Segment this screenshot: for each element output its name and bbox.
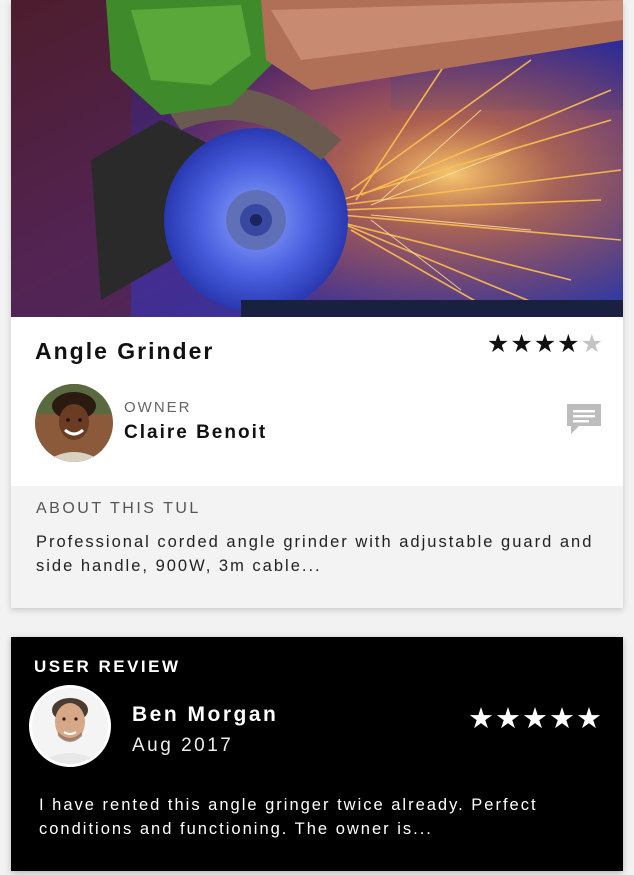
star-filled-icon: ★ — [510, 330, 533, 358]
reviewer-name[interactable]: Ben Morgan — [132, 703, 278, 727]
tool-rating: ★ ★ ★ ★ ★ — [487, 332, 603, 357]
owner-role-label: OWNER — [124, 399, 192, 416]
star-filled-icon: ★ — [486, 330, 510, 358]
about-text: Professional corded angle grinder with a… — [36, 533, 594, 575]
owner-name[interactable]: Claire Benoit — [124, 422, 267, 444]
star-filled-icon: ★ — [576, 703, 602, 735]
tool-card: Angle Grinder ★ ★ ★ ★ ★ OWNER Claire Benoit … — [11, 0, 623, 608]
review-date: Aug 2017 — [132, 735, 234, 756]
star-filled-icon: ★ — [495, 703, 521, 735]
star-empty-icon: ★ — [580, 330, 603, 358]
review-text: I have rented this angle gringer twice a… — [39, 796, 538, 838]
user-review-card: USER REVIEW Ben Morgan Aug 2017 ★ ★ ★ ★ ★ I … — [11, 637, 623, 871]
star-filled-icon: ★ — [522, 703, 548, 735]
tool-hero-image — [11, 0, 623, 317]
review-rating: ★ ★ ★ ★ ★ — [468, 705, 602, 734]
reviewer-avatar[interactable] — [29, 685, 111, 767]
review-heading: USER REVIEW — [34, 657, 181, 676]
chat-bubble-icon[interactable] — [565, 402, 603, 436]
star-filled-icon: ★ — [533, 330, 557, 358]
about-section: ABOUT THIS TUL Professional corded angle… — [11, 486, 623, 608]
star-filled-icon: ★ — [468, 703, 494, 735]
owner-photo — [35, 384, 113, 462]
owner-avatar[interactable] — [35, 384, 113, 462]
about-heading: ABOUT THIS TUL — [36, 500, 201, 517]
star-filled-icon: ★ — [549, 703, 575, 735]
reviewer-photo — [32, 688, 108, 764]
star-filled-icon: ★ — [557, 330, 580, 358]
tool-title: Angle Grinder — [35, 338, 215, 364]
